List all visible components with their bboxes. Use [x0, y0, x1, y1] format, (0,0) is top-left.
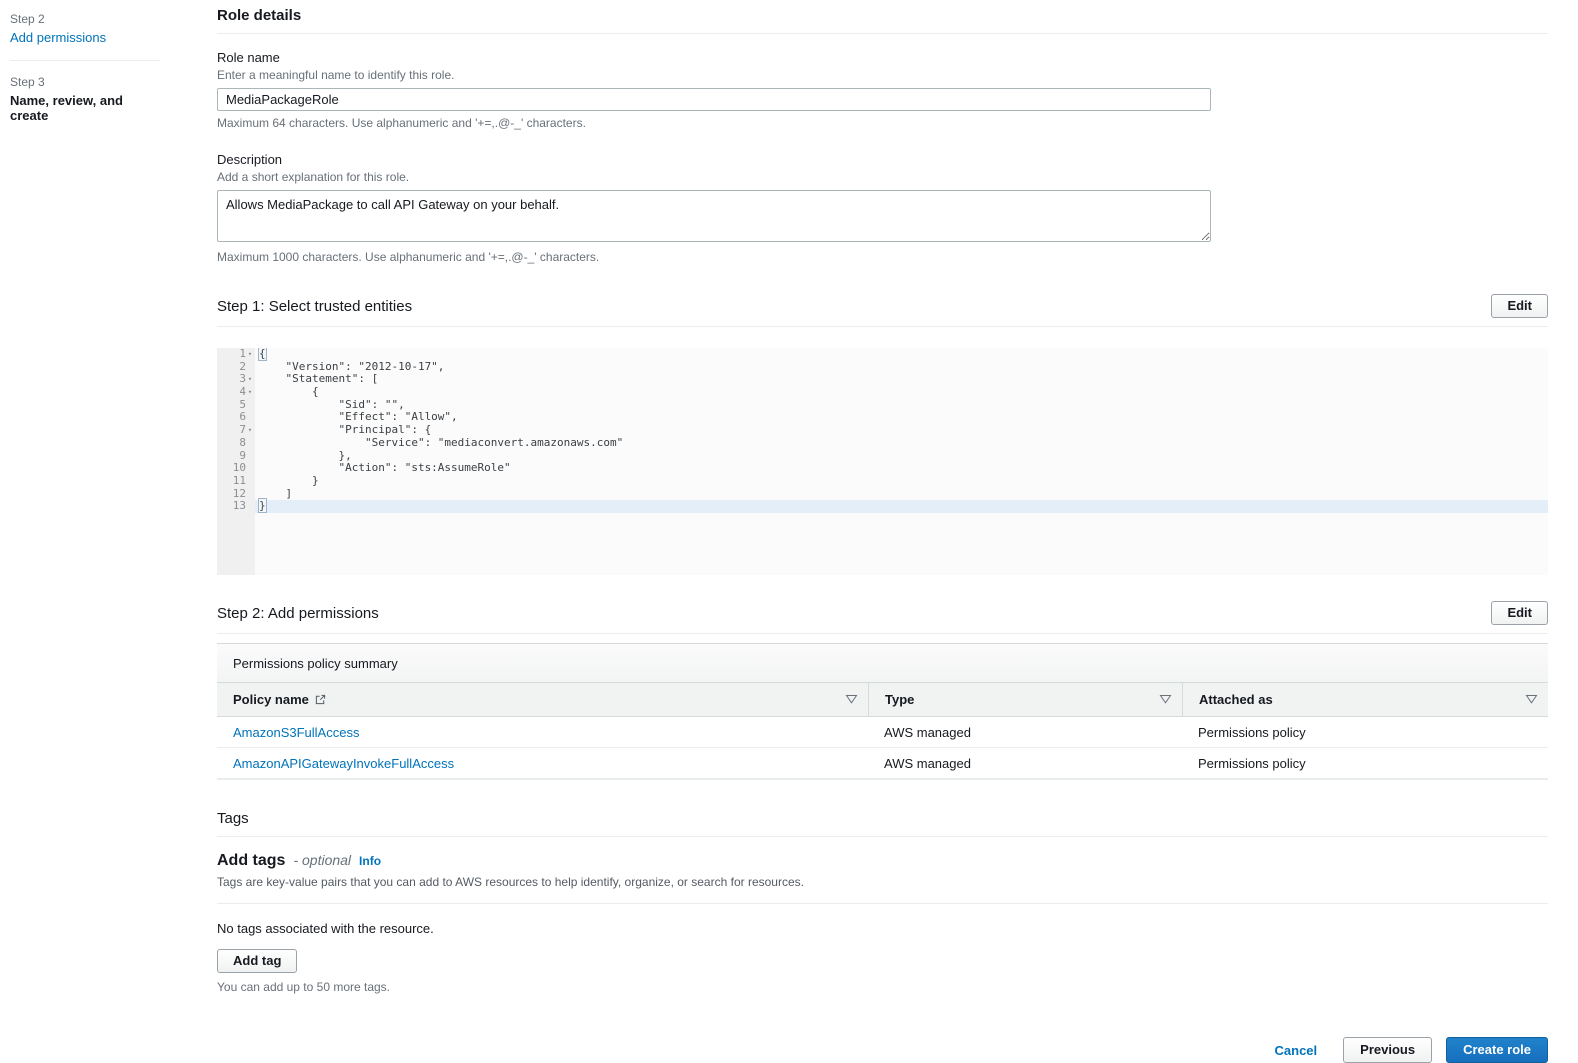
table-header-row: Policy name Type Attached as: [217, 683, 1548, 717]
code-line: 7 ▾ "Principal": {: [239, 423, 432, 437]
add-tags-heading: Add tags: [217, 852, 286, 869]
panel-title: Permissions policy summary: [217, 643, 1548, 683]
code-line: 2 "Version": "2012-10-17",: [239, 359, 445, 373]
code-line: 11 }: [232, 473, 319, 487]
edit-trusted-entities-button[interactable]: Edit: [1491, 294, 1548, 318]
table-row: AmazonS3FullAccess AWS managed Permissio…: [217, 717, 1548, 748]
wizard-step-nav: Step 2 Add permissions Step 3 Name, revi…: [10, 12, 160, 123]
permissions-policy-panel: Permissions policy summary Policy name T…: [217, 643, 1548, 780]
cancel-button[interactable]: Cancel: [1275, 1043, 1318, 1058]
policy-type: AWS managed: [884, 724, 971, 740]
code-line: 4 ▾ {: [239, 385, 319, 399]
column-header-type: Type: [868, 683, 1182, 716]
code-line: 10 "Action": "sts:AssumeRole": [232, 461, 511, 475]
add-tag-button[interactable]: Add tag: [217, 949, 298, 973]
fold-icon[interactable]: ▾: [246, 386, 254, 399]
policy-link-amazons3fullaccess[interactable]: AmazonS3FullAccess: [233, 725, 359, 740]
divider: [217, 326, 1548, 327]
sidebar-item-name-review-create: Name, review, and create: [10, 93, 123, 123]
page-title: Role details: [217, 7, 302, 24]
step1-section-header: Step 1: Select trusted entities Edit: [217, 294, 1548, 318]
fold-icon[interactable]: ▾: [246, 348, 254, 361]
filter-icon[interactable]: [845, 694, 858, 705]
previous-button[interactable]: Previous: [1343, 1037, 1433, 1063]
code-line: 3 ▾ "Statement": [: [239, 372, 379, 386]
tags-help-text: Tags are key-value pairs that you can ad…: [217, 875, 804, 889]
role-name-help: Enter a meaningful name to identify this…: [217, 68, 455, 82]
external-link-icon: [315, 694, 326, 705]
description-constraint: Maximum 1000 characters. Use alphanumeri…: [217, 250, 600, 264]
description-textarea[interactable]: Allows MediaPackage to call API Gateway …: [217, 190, 1211, 242]
step-2-number: Step 2: [10, 12, 45, 26]
create-role-button[interactable]: Create role: [1446, 1037, 1548, 1063]
role-name-field-group: Role name Enter a meaningful name to ide…: [217, 50, 1211, 130]
fold-icon[interactable]: ▾: [246, 373, 254, 386]
tags-section-title: Tags: [217, 810, 249, 827]
role-name-input[interactable]: [217, 88, 1211, 111]
description-field-group: Description Add a short explanation for …: [217, 152, 1211, 264]
info-link[interactable]: Info: [359, 854, 381, 868]
trust-policy-code-editor[interactable]: 1 ▾ { 2 "Version": "2012-10-17", 3 ▾ "Stat…: [217, 348, 1548, 575]
table-row: AmazonAPIGatewayInvokeFullAccess AWS man…: [217, 748, 1548, 779]
tags-limit-message: You can add up to 50 more tags.: [217, 980, 391, 994]
edit-permissions-button[interactable]: Edit: [1491, 601, 1548, 625]
footer-actions: Cancel Previous Create role: [217, 1037, 1548, 1063]
fold-icon[interactable]: ▾: [246, 424, 254, 437]
code-line: 8 "Service": "mediaconvert.amazonaws.com…: [239, 435, 624, 449]
divider: [217, 903, 1548, 904]
column-header-attached-as: Attached as: [1182, 683, 1548, 716]
divider: [217, 33, 1548, 34]
description-label: Description: [217, 152, 283, 167]
policy-attached-as: Permissions policy: [1198, 755, 1306, 771]
divider: [217, 836, 1548, 837]
code-line: 12 ]: [232, 486, 293, 500]
code-line: 1 ▾ {: [239, 348, 267, 361]
sidebar-item-add-permissions[interactable]: Add permissions: [10, 30, 160, 45]
column-header-policy-name: Policy name: [217, 683, 868, 716]
code-line-active: 13 }: [217, 498, 1548, 514]
add-tags-heading-row: Add tags - optional Info: [217, 852, 1548, 870]
step-3-number: Step 3: [10, 75, 45, 89]
step2-section-header: Step 2: Add permissions Edit: [217, 601, 1548, 625]
optional-label: - optional: [293, 852, 352, 868]
policy-link-amazonapigatewayinvokefullaccess[interactable]: AmazonAPIGatewayInvokeFullAccess: [233, 756, 454, 771]
filter-icon[interactable]: [1159, 694, 1172, 705]
description-help: Add a short explanation for this role.: [217, 170, 410, 184]
no-tags-message: No tags associated with the resource.: [217, 921, 434, 936]
step2-title: Step 2: Add permissions: [217, 604, 379, 622]
role-name-label: Role name: [217, 50, 280, 65]
divider: [10, 60, 160, 61]
step1-title: Step 1: Select trusted entities: [217, 297, 413, 315]
role-name-constraint: Maximum 64 characters. Use alphanumeric …: [217, 116, 586, 130]
policy-attached-as: Permissions policy: [1198, 724, 1306, 740]
divider: [217, 633, 1548, 634]
policy-type: AWS managed: [884, 755, 971, 771]
main-content: Role details Role name Enter a meaningfu…: [217, 0, 1548, 1063]
filter-icon[interactable]: [1525, 694, 1538, 705]
